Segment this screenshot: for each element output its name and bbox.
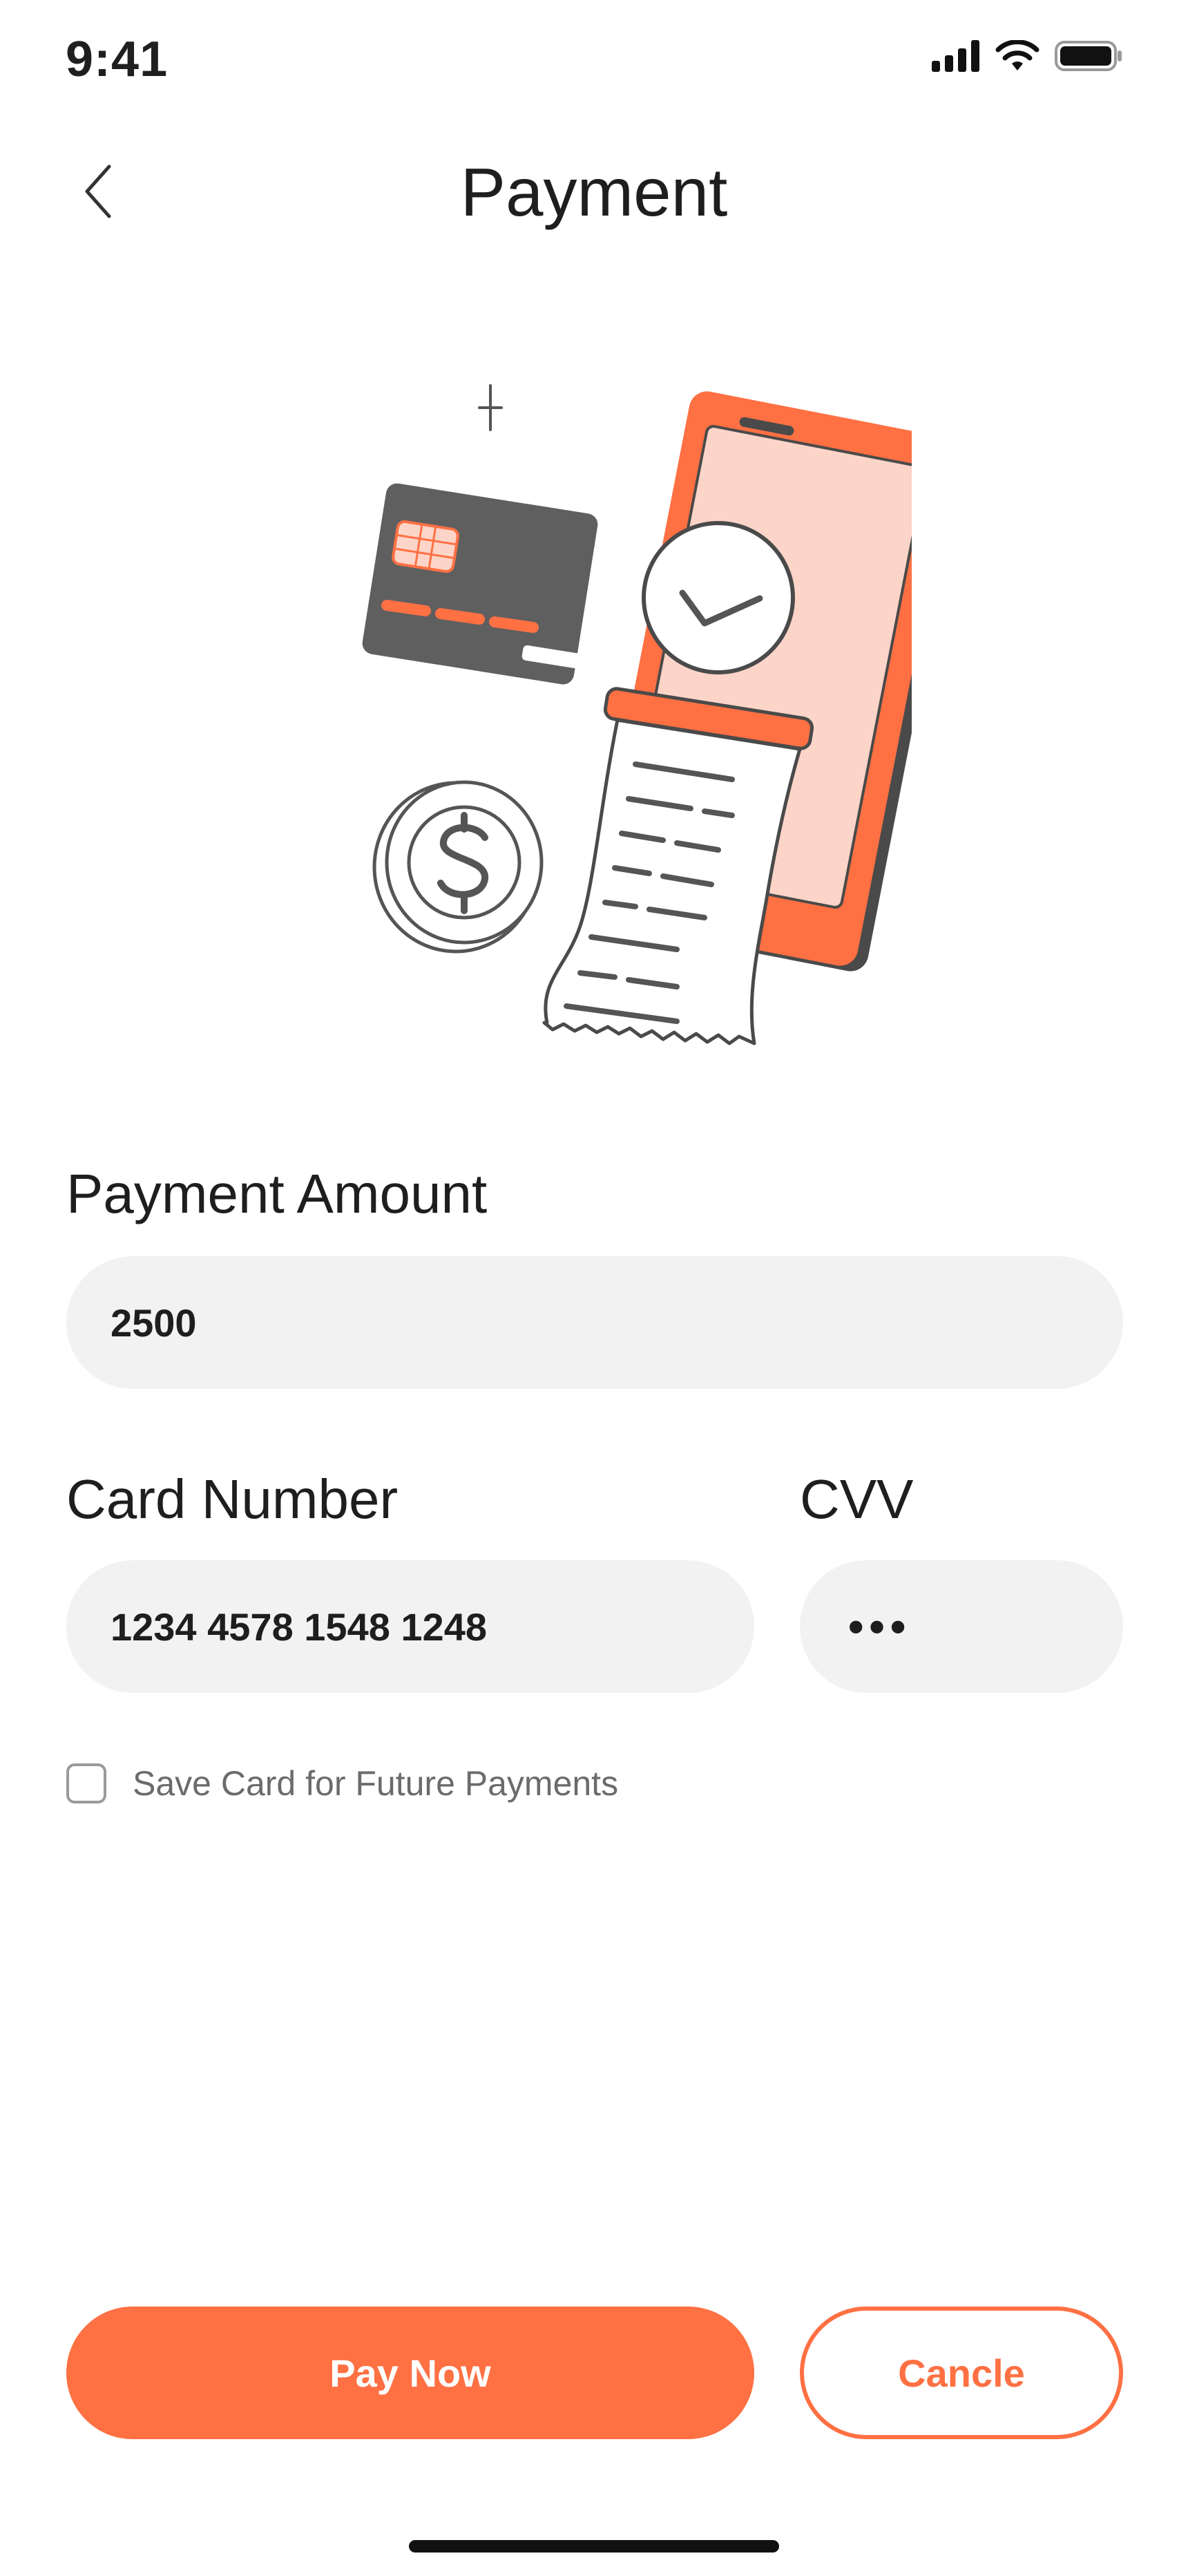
card-number-input[interactable]: 1234 4578 1548 1248 bbox=[66, 1560, 754, 1693]
cvv-label: CVV bbox=[800, 1468, 914, 1530]
card-number-value: 1234 4578 1548 1248 bbox=[111, 1604, 487, 1649]
credit-card-icon bbox=[362, 483, 598, 685]
save-card-checkbox[interactable] bbox=[66, 1763, 106, 1803]
dollar-coin-icon bbox=[372, 780, 544, 954]
save-card-label[interactable]: Save Card for Future Payments bbox=[133, 1762, 618, 1805]
home-indicator bbox=[409, 2540, 779, 2553]
pay-now-label: Pay Now bbox=[329, 2351, 491, 2395]
payment-amount-label: Payment Amount bbox=[66, 1163, 488, 1224]
cancel-button[interactable]: Cancle bbox=[800, 2307, 1123, 2439]
payment-illustration bbox=[362, 384, 912, 1045]
card-number-label: Card Number bbox=[66, 1468, 399, 1530]
cancel-label: Cancle bbox=[898, 2351, 1025, 2395]
battery-icon bbox=[1055, 41, 1122, 71]
signal-icon bbox=[932, 40, 979, 72]
sparkle-icon bbox=[478, 384, 503, 431]
status-time: 9:41 bbox=[66, 32, 169, 87]
receipt-icon bbox=[542, 718, 802, 1045]
cvv-input[interactable]: ••• bbox=[800, 1560, 1123, 1693]
wifi-icon bbox=[995, 40, 1040, 70]
status-icons bbox=[932, 40, 1122, 72]
cvv-value: ••• bbox=[848, 1602, 912, 1651]
payment-amount-value: 2500 bbox=[111, 1300, 197, 1345]
payment-amount-input[interactable]: 2500 bbox=[66, 1256, 1123, 1389]
page-title: Payment bbox=[460, 154, 728, 230]
pay-now-button[interactable]: Pay Now bbox=[66, 2307, 754, 2439]
